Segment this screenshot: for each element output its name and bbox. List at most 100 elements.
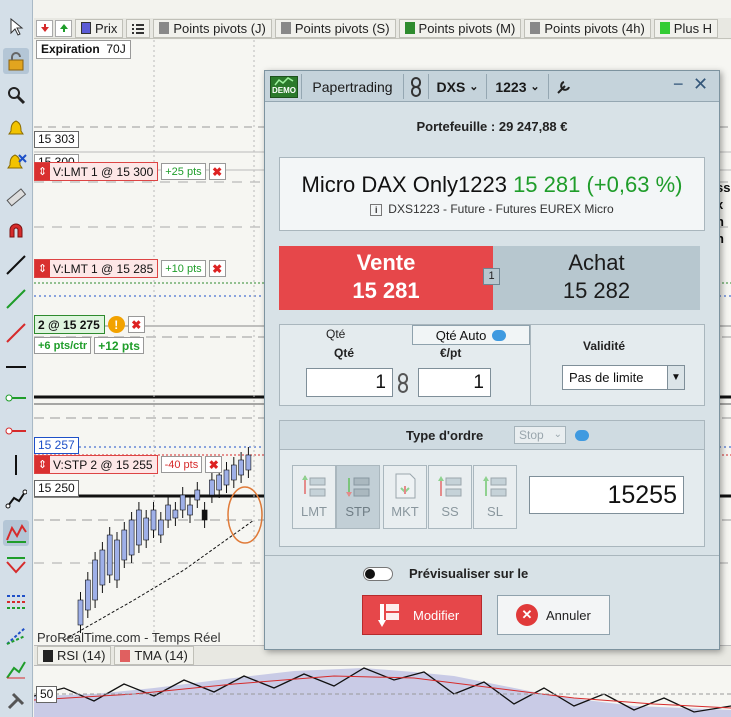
lock-icon[interactable]	[3, 48, 29, 74]
candle	[99, 549, 106, 586]
zoom-icon[interactable]	[3, 82, 29, 108]
tab-plus-haut[interactable]: Plus H	[653, 18, 719, 38]
modify-label: Modifier	[413, 607, 460, 623]
qty-input[interactable]: 1	[306, 368, 393, 397]
drag-arrows-icon[interactable]: ⇕	[35, 260, 50, 277]
tab-pivots-monthly[interactable]: Points pivots (M)	[398, 18, 522, 38]
tab-pivots-4h[interactable]: Points pivots (4h)	[524, 18, 651, 38]
cancel-order-icon[interactable]: ✖	[205, 456, 223, 473]
line-black-icon[interactable]	[3, 252, 29, 278]
cancel-order-icon[interactable]: ✖	[208, 260, 226, 277]
sell-button[interactable]: Vente 15 281	[279, 246, 493, 310]
watermark: ProRealTime.com - Temps Réel	[37, 630, 221, 645]
chevron-down-icon: ⌄	[553, 429, 562, 440]
trailing-stop-icon	[437, 472, 463, 500]
ray-green-icon[interactable]	[3, 385, 29, 411]
price-level-15303: 15 303	[34, 131, 79, 148]
order-type-value: Stop	[519, 428, 544, 442]
chevron-down-icon: ▼	[667, 366, 684, 389]
qty-tab-label[interactable]: Qté	[326, 327, 345, 341]
instrument-name: Micro DAX Only1223	[301, 172, 507, 197]
candle	[223, 469, 230, 486]
price-level-15250: 15 250	[34, 480, 79, 497]
rsi-panel[interactable]: 50	[34, 666, 731, 717]
order-tag-limit-15300[interactable]: ⇕ V:LMT 1 @ 15 300 +25 pts ✖	[34, 162, 226, 181]
qty-auto-tab[interactable]: Qté Auto	[412, 325, 530, 345]
help-bubble-icon[interactable]	[492, 329, 507, 341]
help-bubble-icon[interactable]	[575, 430, 589, 441]
candle	[245, 454, 252, 471]
drawing-toolbar	[0, 0, 33, 717]
buy-label: Achat	[568, 250, 625, 275]
candle	[231, 464, 237, 481]
instrument-info-line: i DXS1223 - Future - Futures EUREX Micro	[280, 202, 704, 216]
cursor-icon[interactable]	[3, 14, 29, 40]
polyline-icon[interactable]	[3, 486, 29, 512]
order-type-lmt-button[interactable]: LMT	[292, 465, 336, 529]
drag-arrows-icon[interactable]: ⇕	[35, 456, 50, 473]
cancel-order-icon[interactable]: ✖	[208, 163, 226, 180]
tab-pivots-daily[interactable]: Points pivots (J)	[153, 18, 272, 38]
order-type-stp-button[interactable]: STP	[336, 465, 380, 529]
market-order-icon	[392, 472, 418, 500]
pitchfork-icon[interactable]	[3, 656, 29, 682]
expiration-value: 70J	[106, 42, 126, 56]
sell-price: 15 281	[352, 278, 420, 303]
expiry-selector[interactable]: 1223 ⌄	[487, 74, 549, 99]
order-type-sl-button[interactable]: SL	[473, 465, 517, 529]
order-type-lmt-label: LMT	[301, 504, 327, 519]
horizontal-line-icon[interactable]	[3, 354, 29, 380]
drag-arrows-icon[interactable]: ⇕	[35, 163, 50, 180]
buy-button[interactable]: Achat 15 282	[493, 246, 700, 310]
minimize-icon[interactable]: −	[673, 74, 684, 95]
position-tag[interactable]: 2 @ 15 275 ! ✖	[34, 315, 145, 334]
fan-icon[interactable]	[3, 622, 29, 648]
link-chain-icon[interactable]	[396, 373, 410, 396]
close-icon[interactable]: ✕	[693, 74, 708, 95]
preview-toggle[interactable]	[363, 566, 393, 581]
tab-tma[interactable]: TMA (14)	[114, 646, 194, 665]
fibonacci-icon[interactable]	[3, 588, 29, 614]
alert-bell-icon[interactable]	[3, 116, 29, 142]
wrench-icon[interactable]	[549, 74, 579, 99]
order-type-ss-button[interactable]: SS	[428, 465, 472, 529]
tab-price[interactable]: Prix	[75, 18, 124, 38]
tab-rsi[interactable]: RSI (14)	[37, 646, 112, 665]
order-type-mkt-button[interactable]: MKT	[383, 465, 427, 529]
alert-bell-remove-icon[interactable]	[3, 150, 29, 176]
cancel-button[interactable]: ✕ Annuler	[497, 595, 610, 635]
info-icon[interactable]: i	[370, 204, 383, 216]
position-box[interactable]: 2 @ 15 275	[34, 315, 105, 334]
order-window: DEMO Papertrading DXS ⌄ 1223 ⌄ − ✕ Porte…	[264, 70, 720, 650]
link-icon[interactable]	[404, 74, 429, 99]
magnet-icon[interactable]	[3, 218, 29, 244]
ray-red-icon[interactable]	[3, 418, 29, 444]
order-type-select[interactable]: Stop ⌄	[514, 426, 566, 444]
arrow-up-button[interactable]	[55, 19, 72, 37]
per-point-header: €/pt	[440, 346, 462, 360]
vertical-line-icon[interactable]	[3, 452, 29, 478]
swatch	[159, 22, 170, 34]
stop-price-input[interactable]: 15255	[529, 476, 684, 514]
per-point-input[interactable]: 1	[418, 368, 491, 397]
zigzag-icon[interactable]	[3, 520, 29, 546]
list-icon-tab[interactable]	[126, 18, 151, 38]
qty-header: Qté	[334, 346, 355, 360]
ruler-icon[interactable]	[3, 184, 29, 210]
tab-label: RSI (14)	[57, 648, 106, 663]
warning-icon[interactable]: !	[107, 316, 125, 333]
line-green-icon[interactable]	[3, 286, 29, 312]
quantity-panel: Qté Qté Auto Qté €/pt 1 1 Validité Pas d…	[279, 324, 705, 406]
tab-pivots-weekly[interactable]: Points pivots (S)	[274, 18, 396, 38]
validity-select[interactable]: Pas de limite ▼	[562, 365, 685, 390]
tools-icon[interactable]	[3, 688, 29, 714]
line-red-icon[interactable]	[3, 320, 29, 346]
instrument-selector[interactable]: DXS ⌄	[429, 74, 487, 99]
close-position-icon[interactable]: ✖	[127, 316, 145, 333]
order-tag-limit-15285[interactable]: ⇕ V:LMT 1 @ 15 285 +10 pts ✖	[34, 259, 226, 278]
mode-label[interactable]: Papertrading	[301, 74, 404, 99]
channel-icon[interactable]	[3, 554, 29, 580]
arrow-down-button[interactable]	[36, 19, 53, 37]
order-tag-stop-15255[interactable]: ⇕ V:STP 2 @ 15 255 -40 pts ✖	[34, 455, 223, 474]
modify-button[interactable]: Modifier	[362, 595, 482, 635]
